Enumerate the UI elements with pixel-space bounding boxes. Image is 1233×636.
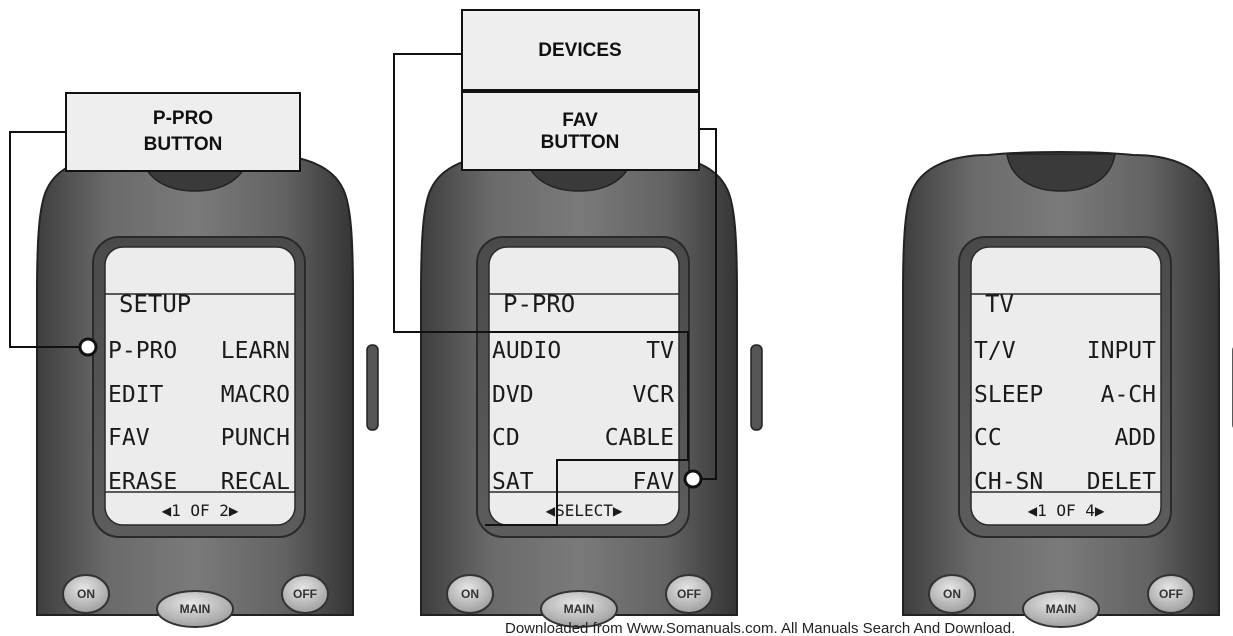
lcd-item-edit[interactable]: EDIT	[108, 382, 164, 408]
remote-body	[902, 151, 1233, 616]
lcd-title: P-PRO	[503, 290, 575, 318]
lcd-item-macro[interactable]: MACRO	[221, 382, 290, 408]
lcd-item-fav[interactable]: FAV	[108, 425, 150, 451]
on-button-label: ON	[943, 587, 961, 601]
lcd-item-sat[interactable]: SAT	[492, 469, 534, 495]
lcd-item-dvd[interactable]: DVD	[492, 382, 534, 408]
lcd-page-indicator[interactable]: ◀1 OF 4▶	[1027, 501, 1104, 520]
lcd-item-recal[interactable]: RECAL	[221, 469, 290, 495]
fav-marker	[683, 469, 703, 489]
lcd-item-a-ch[interactable]: A-CH	[1101, 382, 1156, 408]
lcd-item-sleep[interactable]: SLEEP	[974, 382, 1043, 408]
on-button-label: ON	[77, 587, 95, 601]
lcd-title: SETUP	[119, 290, 191, 318]
lcd-item-punch[interactable]: PUNCH	[221, 425, 290, 451]
remote-body	[36, 151, 379, 616]
remote-setup: SETUP P-PRO LEARN EDIT MACRO FAV PUNCH E…	[36, 151, 379, 628]
off-button-label: OFF	[1159, 587, 1183, 601]
callout-devices: DEVICES	[461, 9, 700, 91]
lcd-item-cd[interactable]: CD	[492, 425, 520, 451]
off-button-label: OFF	[677, 587, 701, 601]
callout-fav-line1: FAV	[562, 110, 598, 131]
main-button-label: MAIN	[564, 602, 595, 616]
lcd-title: TV	[985, 290, 1014, 318]
lcd-item-vcr[interactable]: VCR	[632, 382, 674, 408]
callout-devices-label: DEVICES	[538, 40, 621, 61]
off-button-label: OFF	[293, 587, 317, 601]
remote-tv: TV T/V INPUT SLEEP A-CH CC ADD CH-SN DEL…	[902, 151, 1233, 628]
off-button[interactable]: OFF	[1147, 574, 1195, 614]
callout-p-pro-button: P-PRO BUTTON	[65, 92, 301, 172]
callout-fav-line2: BUTTON	[541, 132, 620, 153]
lcd-page-indicator[interactable]: ◀1 OF 2▶	[161, 501, 238, 520]
off-button[interactable]: OFF	[665, 574, 713, 614]
main-button-label: MAIN	[180, 602, 211, 616]
download-footer-note: Downloaded from Www.Somanuals.com. All M…	[505, 620, 1016, 636]
on-button[interactable]: ON	[62, 574, 110, 614]
remote-p-pro: P-PRO AUDIO TV DVD VCR CD CABLE SAT FAV …	[420, 151, 763, 628]
lcd-item-input[interactable]: INPUT	[1087, 338, 1156, 364]
lcd-item-learn[interactable]: LEARN	[221, 338, 290, 364]
off-button[interactable]: OFF	[281, 574, 329, 614]
lcd-item-cc[interactable]: CC	[974, 425, 1002, 451]
callout-p-pro-line1: P-PRO	[153, 108, 213, 129]
on-button[interactable]: ON	[446, 574, 494, 614]
lcd-item-audio[interactable]: AUDIO	[492, 338, 561, 364]
on-button[interactable]: ON	[928, 574, 976, 614]
lcd-item-t-v[interactable]: T/V	[974, 338, 1016, 364]
lcd-item-p-pro[interactable]: P-PRO	[108, 338, 177, 364]
lcd-item-delet[interactable]: DELET	[1087, 469, 1156, 495]
p-pro-marker	[78, 337, 98, 357]
remote-body	[420, 151, 763, 616]
lcd-item-add[interactable]: ADD	[1114, 425, 1156, 451]
lcd-item-erase[interactable]: ERASE	[108, 469, 177, 495]
main-button[interactable]: MAIN	[156, 590, 234, 628]
lcd-item-cable[interactable]: CABLE	[605, 425, 674, 451]
lcd-item-fav[interactable]: FAV	[632, 469, 674, 495]
lcd-item-tv[interactable]: TV	[646, 338, 674, 364]
callout-fav-button: FAV BUTTON	[461, 91, 700, 171]
main-button-label: MAIN	[1046, 602, 1077, 616]
callout-p-pro-line2: BUTTON	[144, 134, 223, 155]
lcd-item-ch-sn[interactable]: CH-SN	[974, 469, 1043, 495]
on-button-label: ON	[461, 587, 479, 601]
remote-diagram: SETUP P-PRO LEARN EDIT MACRO FAV PUNCH E…	[9, 9, 1233, 628]
